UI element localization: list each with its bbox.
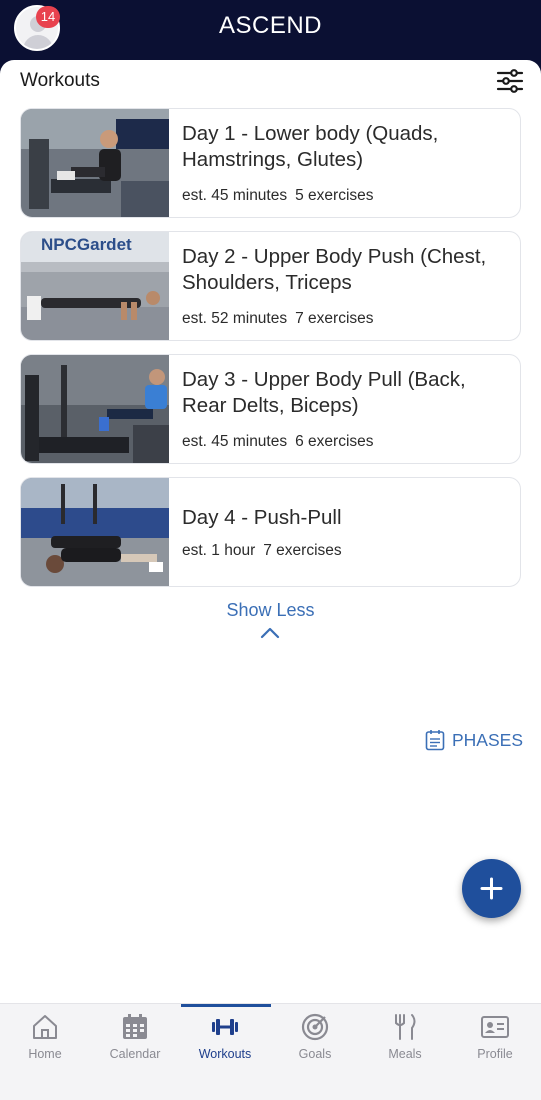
workout-card-day-4[interactable]: Day 4 - Push-Pull est. 1 hour 7 exercises: [20, 477, 521, 587]
workout-exercise-count: 7 exercises: [295, 310, 374, 327]
add-button[interactable]: [462, 859, 521, 918]
plus-icon: [480, 877, 503, 900]
workout-duration: est. 45 minutes: [182, 187, 288, 204]
tab-profile[interactable]: Profile: [450, 1004, 540, 1074]
workout-title: Day 2 - Upper Body Push (Chest, Shoulder…: [182, 245, 487, 294]
workout-thumbnail: NPCGardet: [21, 232, 169, 340]
tab-label: Workouts: [198, 1047, 252, 1061]
workout-thumbnail: [21, 478, 169, 586]
tab-home[interactable]: Home: [0, 1004, 90, 1074]
workout-exercise-count: 7 exercises: [263, 542, 342, 559]
fork-knife-icon: [395, 1014, 416, 1040]
profile-card-icon: [481, 1016, 509, 1038]
workout-exercise-count: 5 exercises: [295, 187, 374, 204]
filter-sliders-icon[interactable]: [495, 66, 525, 96]
main-sheet: Workouts Day 1 - Lower body (Quads, Hams…: [0, 60, 541, 1003]
calendar-list-icon: [425, 730, 445, 751]
workout-card-day-1[interactable]: Day 1 - Lower body (Quads, Hamstrings, G…: [20, 108, 521, 218]
chevron-up-icon[interactable]: [259, 626, 281, 640]
workout-duration: est. 52 minutes: [182, 310, 288, 327]
workout-title: Day 1 - Lower body (Quads, Hamstrings, G…: [182, 122, 439, 171]
workout-meta: est. 45 minutes 6 exercises: [182, 433, 382, 451]
home-icon: [33, 1015, 57, 1039]
tab-label: Profile: [477, 1047, 513, 1061]
workout-title: Day 4 - Push-Pull: [182, 506, 342, 529]
calendar-icon: [123, 1014, 147, 1039]
tab-label: Home: [28, 1047, 62, 1061]
workout-card-day-3[interactable]: Day 3 - Upper Body Pull (Back, Rear Delt…: [20, 354, 521, 464]
phases-button[interactable]: PHASES: [425, 728, 523, 752]
workout-thumbnail: [21, 109, 169, 217]
tab-label: Calendar: [109, 1047, 161, 1061]
dumbbell-icon: [212, 1019, 238, 1035]
section-title: Workouts: [20, 70, 100, 91]
workout-title: Day 3 - Upper Body Pull (Back, Rear Delt…: [182, 368, 466, 417]
tab-meals[interactable]: Meals: [360, 1004, 450, 1074]
tab-workouts[interactable]: Workouts: [180, 1004, 270, 1074]
workout-meta: est. 45 minutes 5 exercises: [182, 187, 382, 205]
workout-card-day-2[interactable]: NPCGardet Day 2 - Upper Body Push (Chest…: [20, 231, 521, 341]
phases-label: PHASES: [452, 729, 523, 750]
target-icon: [301, 1013, 329, 1041]
workout-duration: est. 45 minutes: [182, 433, 288, 450]
top-bar: 14 ASCEND: [0, 0, 541, 60]
gym-sign-text: NPCGardet: [41, 235, 132, 254]
tab-goals[interactable]: Goals: [270, 1004, 360, 1074]
bottom-tab-bar: Home Calendar Workouts Goals Meals Profi…: [0, 1003, 541, 1100]
workout-meta: est. 52 minutes 7 exercises: [182, 310, 382, 328]
workout-meta: est. 1 hour 7 exercises: [182, 542, 350, 560]
tab-calendar[interactable]: Calendar: [90, 1004, 180, 1074]
tab-label: Goals: [298, 1047, 332, 1061]
show-less-link[interactable]: Show Less: [0, 600, 541, 621]
workout-exercise-count: 6 exercises: [295, 433, 374, 450]
tab-label: Meals: [388, 1047, 422, 1061]
workout-duration: est. 1 hour: [182, 542, 256, 559]
workout-thumbnail: [21, 355, 169, 463]
app-logo: ASCEND: [218, 12, 323, 39]
